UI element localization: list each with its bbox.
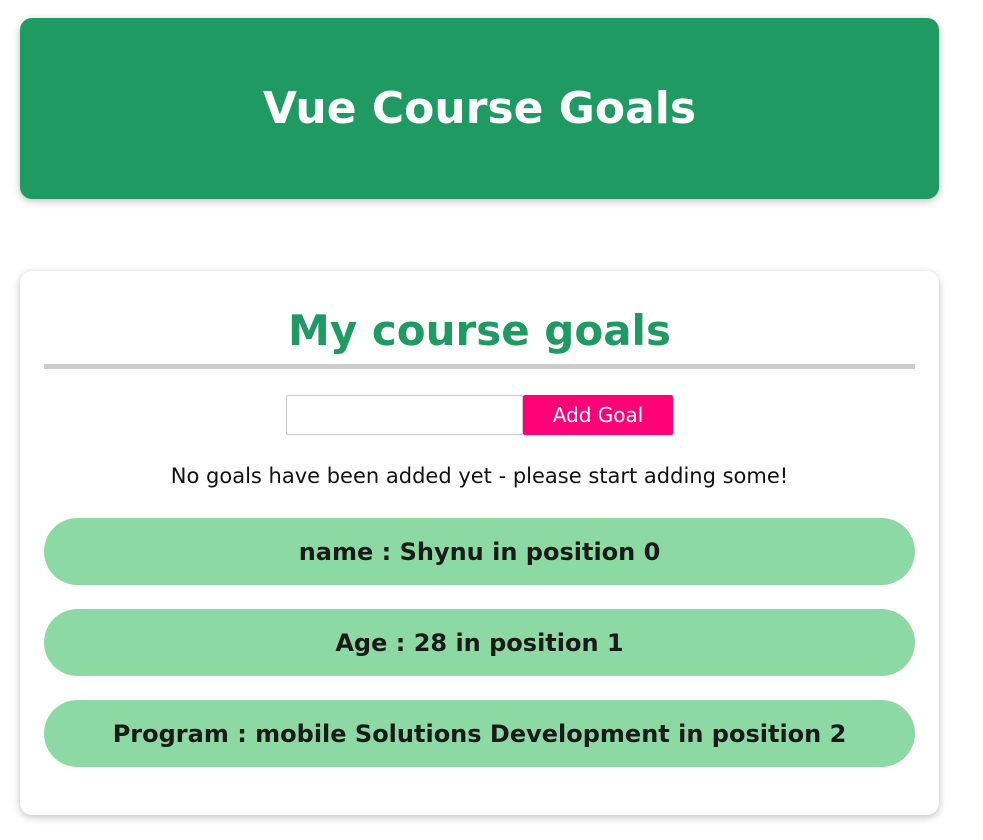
empty-goals-message: No goals have been added yet - please st… — [170, 464, 789, 488]
goal-input[interactable] — [286, 395, 523, 435]
title-divider — [44, 364, 915, 369]
goal-item[interactable]: Age : 28 in position 1 — [44, 609, 915, 676]
add-goal-button[interactable]: Add Goal — [523, 395, 673, 435]
app-title: Vue Course Goals — [262, 83, 697, 134]
goal-item[interactable]: name : Shynu in position 0 — [44, 518, 915, 585]
goals-card: My course goals Add Goal No goals have b… — [20, 271, 939, 815]
goal-item[interactable]: Program : mobile Solutions Development i… — [44, 700, 915, 767]
app-header: Vue Course Goals — [20, 18, 939, 199]
goals-card-title: My course goals — [288, 306, 671, 355]
app-root: Vue Course Goals My course goals Add Goa… — [0, 0, 983, 840]
goal-list: name : Shynu in position 0 Age : 28 in p… — [44, 518, 915, 791]
